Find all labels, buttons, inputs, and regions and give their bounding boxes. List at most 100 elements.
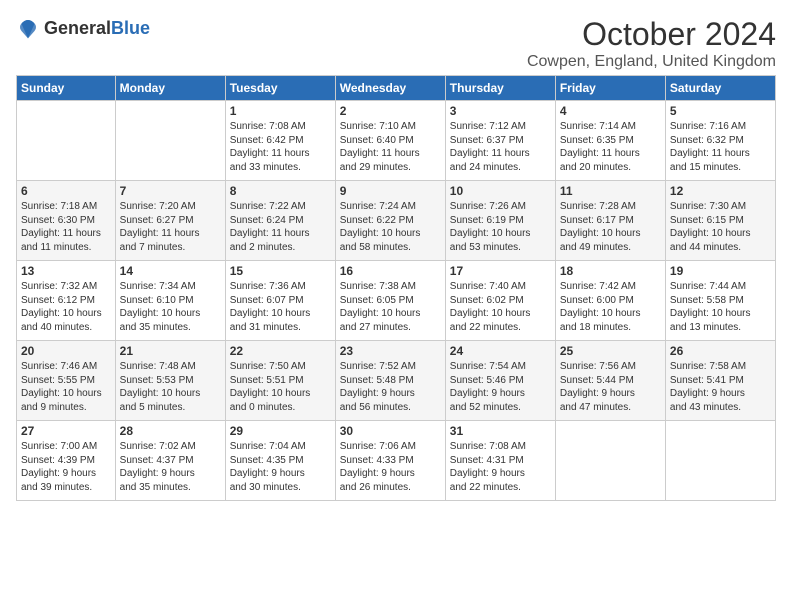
day-info: Sunrise: 7:20 AM Sunset: 6:27 PM Dayligh…: [120, 200, 221, 254]
day-number: 26: [670, 344, 771, 358]
day-number: 15: [230, 264, 331, 278]
day-number: 14: [120, 264, 221, 278]
day-info: Sunrise: 7:02 AM Sunset: 4:37 PM Dayligh…: [120, 440, 221, 494]
calendar-cell: 28 Sunrise: 7:02 AM Sunset: 4:37 PM Dayli…: [115, 421, 225, 501]
calendar-cell: 27 Sunrise: 7:00 AM Sunset: 4:39 PM Dayli…: [17, 421, 116, 501]
day-number: 3: [450, 104, 551, 118]
day-info: Sunrise: 7:10 AM Sunset: 6:40 PM Dayligh…: [340, 120, 441, 174]
page-header: GeneralBlue October 2024 Cowpen, England…: [16, 16, 776, 71]
calendar-cell: [665, 421, 775, 501]
weekday-header: Thursday: [445, 76, 555, 101]
day-number: 22: [230, 344, 331, 358]
calendar-week-row: 6 Sunrise: 7:18 AM Sunset: 6:30 PM Daylig…: [17, 181, 776, 261]
day-info: Sunrise: 7:40 AM Sunset: 6:02 PM Dayligh…: [450, 280, 551, 334]
day-number: 10: [450, 184, 551, 198]
day-info: Sunrise: 7:32 AM Sunset: 6:12 PM Dayligh…: [21, 280, 111, 334]
logo: GeneralBlue: [16, 16, 150, 40]
calendar-cell: [555, 421, 665, 501]
calendar-week-row: 1 Sunrise: 7:08 AM Sunset: 6:42 PM Daylig…: [17, 101, 776, 181]
day-info: Sunrise: 7:56 AM Sunset: 5:44 PM Dayligh…: [560, 360, 661, 414]
month-title: October 2024: [527, 16, 776, 53]
day-number: 4: [560, 104, 661, 118]
calendar-cell: 16 Sunrise: 7:38 AM Sunset: 6:05 PM Dayli…: [335, 261, 445, 341]
day-number: 9: [340, 184, 441, 198]
day-info: Sunrise: 7:50 AM Sunset: 5:51 PM Dayligh…: [230, 360, 331, 414]
calendar-cell: 4 Sunrise: 7:14 AM Sunset: 6:35 PM Daylig…: [555, 101, 665, 181]
weekday-header: Saturday: [665, 76, 775, 101]
day-number: 30: [340, 424, 441, 438]
day-info: Sunrise: 7:54 AM Sunset: 5:46 PM Dayligh…: [450, 360, 551, 414]
day-info: Sunrise: 7:52 AM Sunset: 5:48 PM Dayligh…: [340, 360, 441, 414]
calendar-cell: 17 Sunrise: 7:40 AM Sunset: 6:02 PM Dayli…: [445, 261, 555, 341]
day-number: 13: [21, 264, 111, 278]
calendar-cell: [17, 101, 116, 181]
day-info: Sunrise: 7:12 AM Sunset: 6:37 PM Dayligh…: [450, 120, 551, 174]
logo-blue-text: Blue: [111, 18, 150, 38]
calendar-cell: 9 Sunrise: 7:24 AM Sunset: 6:22 PM Daylig…: [335, 181, 445, 261]
day-number: 29: [230, 424, 331, 438]
day-number: 27: [21, 424, 111, 438]
day-number: 28: [120, 424, 221, 438]
day-info: Sunrise: 7:00 AM Sunset: 4:39 PM Dayligh…: [21, 440, 111, 494]
day-number: 2: [340, 104, 441, 118]
day-info: Sunrise: 7:06 AM Sunset: 4:33 PM Dayligh…: [340, 440, 441, 494]
calendar-cell: 23 Sunrise: 7:52 AM Sunset: 5:48 PM Dayli…: [335, 341, 445, 421]
calendar-cell: 3 Sunrise: 7:12 AM Sunset: 6:37 PM Daylig…: [445, 101, 555, 181]
day-number: 31: [450, 424, 551, 438]
day-number: 24: [450, 344, 551, 358]
calendar-cell: 14 Sunrise: 7:34 AM Sunset: 6:10 PM Dayli…: [115, 261, 225, 341]
calendar-cell: [115, 101, 225, 181]
header-row: SundayMondayTuesdayWednesdayThursdayFrid…: [17, 76, 776, 101]
day-info: Sunrise: 7:26 AM Sunset: 6:19 PM Dayligh…: [450, 200, 551, 254]
day-number: 11: [560, 184, 661, 198]
calendar-cell: 1 Sunrise: 7:08 AM Sunset: 6:42 PM Daylig…: [225, 101, 335, 181]
day-number: 25: [560, 344, 661, 358]
calendar-cell: 15 Sunrise: 7:36 AM Sunset: 6:07 PM Dayli…: [225, 261, 335, 341]
day-info: Sunrise: 7:46 AM Sunset: 5:55 PM Dayligh…: [21, 360, 111, 414]
day-info: Sunrise: 7:36 AM Sunset: 6:07 PM Dayligh…: [230, 280, 331, 334]
calendar-cell: 8Sunrise: 7:22 AM Sunset: 6:24 PM Daylig…: [225, 181, 335, 261]
calendar-cell: 20Sunrise: 7:46 AM Sunset: 5:55 PM Dayli…: [17, 341, 116, 421]
day-number: 21: [120, 344, 221, 358]
calendar-cell: 31 Sunrise: 7:08 AM Sunset: 4:31 PM Dayli…: [445, 421, 555, 501]
weekday-header: Friday: [555, 76, 665, 101]
day-number: 7: [120, 184, 221, 198]
day-info: Sunrise: 7:30 AM Sunset: 6:15 PM Dayligh…: [670, 200, 771, 254]
day-info: Sunrise: 7:38 AM Sunset: 6:05 PM Dayligh…: [340, 280, 441, 334]
calendar-cell: 26Sunrise: 7:58 AM Sunset: 5:41 PM Dayli…: [665, 341, 775, 421]
calendar-cell: 30 Sunrise: 7:06 AM Sunset: 4:33 PM Dayli…: [335, 421, 445, 501]
day-info: Sunrise: 7:04 AM Sunset: 4:35 PM Dayligh…: [230, 440, 331, 494]
weekday-header: Sunday: [17, 76, 116, 101]
calendar-cell: 25 Sunrise: 7:56 AM Sunset: 5:44 PM Dayli…: [555, 341, 665, 421]
day-info: Sunrise: 7:34 AM Sunset: 6:10 PM Dayligh…: [120, 280, 221, 334]
day-info: Sunrise: 7:48 AM Sunset: 5:53 PM Dayligh…: [120, 360, 221, 414]
calendar-cell: 29 Sunrise: 7:04 AM Sunset: 4:35 PM Dayli…: [225, 421, 335, 501]
day-number: 1: [230, 104, 331, 118]
calendar-cell: 13 Sunrise: 7:32 AM Sunset: 6:12 PM Dayli…: [17, 261, 116, 341]
location: Cowpen, England, United Kingdom: [527, 53, 776, 71]
day-info: Sunrise: 7:08 AM Sunset: 6:42 PM Dayligh…: [230, 120, 331, 174]
weekday-header: Monday: [115, 76, 225, 101]
day-info: Sunrise: 7:24 AM Sunset: 6:22 PM Dayligh…: [340, 200, 441, 254]
day-info: Sunrise: 7:14 AM Sunset: 6:35 PM Dayligh…: [560, 120, 661, 174]
calendar-cell: 18Sunrise: 7:42 AM Sunset: 6:00 PM Dayli…: [555, 261, 665, 341]
day-info: Sunrise: 7:08 AM Sunset: 4:31 PM Dayligh…: [450, 440, 551, 494]
day-number: 16: [340, 264, 441, 278]
day-number: 19: [670, 264, 771, 278]
calendar-week-row: 13 Sunrise: 7:32 AM Sunset: 6:12 PM Dayli…: [17, 261, 776, 341]
calendar-cell: 19 Sunrise: 7:44 AM Sunset: 5:58 PM Dayli…: [665, 261, 775, 341]
day-number: 23: [340, 344, 441, 358]
day-number: 17: [450, 264, 551, 278]
logo-general-text: General: [44, 18, 111, 38]
calendar-week-row: 27 Sunrise: 7:00 AM Sunset: 4:39 PM Dayli…: [17, 421, 776, 501]
title-section: October 2024 Cowpen, England, United Kin…: [527, 16, 776, 71]
day-info: Sunrise: 7:44 AM Sunset: 5:58 PM Dayligh…: [670, 280, 771, 334]
day-info: Sunrise: 7:18 AM Sunset: 6:30 PM Dayligh…: [21, 200, 111, 254]
calendar-cell: 12Sunrise: 7:30 AM Sunset: 6:15 PM Dayli…: [665, 181, 775, 261]
calendar-cell: 22 Sunrise: 7:50 AM Sunset: 5:51 PM Dayli…: [225, 341, 335, 421]
calendar-cell: 21 Sunrise: 7:48 AM Sunset: 5:53 PM Dayli…: [115, 341, 225, 421]
day-number: 6: [21, 184, 111, 198]
weekday-header: Tuesday: [225, 76, 335, 101]
day-number: 18: [560, 264, 661, 278]
calendar-cell: 6 Sunrise: 7:18 AM Sunset: 6:30 PM Daylig…: [17, 181, 116, 261]
